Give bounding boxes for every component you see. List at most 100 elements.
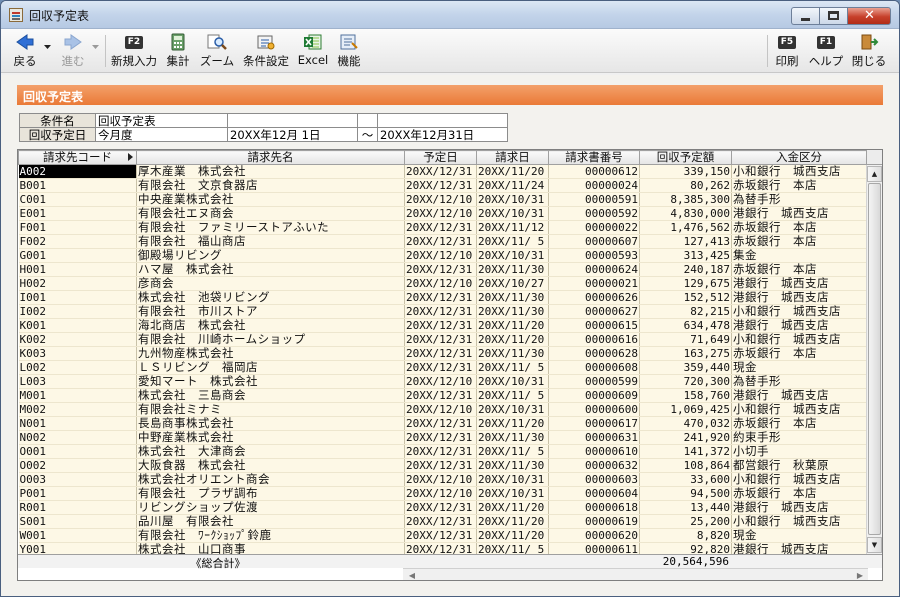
- conditions-button[interactable]: 条件設定: [241, 32, 291, 70]
- table-row[interactable]: N001 長島商事株式会社 20XX/12/31 20XX/11/20 00000617…: [18, 416, 867, 431]
- new-entry-button[interactable]: F2 新規入力: [109, 32, 159, 70]
- table-row[interactable]: K001 海北商店 株式会社 20XX/12/31 20XX/11/20 0000061…: [18, 318, 867, 333]
- close-icon: ✕: [864, 8, 875, 23]
- table-row[interactable]: W001 有限会社 ﾜｰｸｼｮｯﾌﾟ鈴鹿 20XX/12/31 20XX/11/20 0…: [18, 528, 867, 543]
- cell-payment-type: 赤坂銀行 本店: [731, 416, 867, 431]
- scroll-down-button[interactable]: ▼: [867, 537, 882, 553]
- col-header-name[interactable]: 請求先名: [136, 150, 405, 165]
- maximize-button[interactable]: [819, 7, 847, 25]
- cell-invoice-date: 20XX/11/20: [476, 416, 549, 431]
- table-row[interactable]: H001 ハマ屋 株式会社 20XX/12/31 20XX/11/30 00000624…: [18, 262, 867, 277]
- cell-name: 中央産業株式会社: [136, 192, 405, 207]
- zoom-button[interactable]: ズーム: [197, 32, 237, 70]
- scroll-right-button[interactable]: ▶: [854, 570, 866, 580]
- table-row[interactable]: E001 有限会社エヌ商会 20XX/12/10 20XX/10/31 00000592…: [18, 206, 867, 221]
- cell-invoice-date: 20XX/11/ 5: [476, 234, 549, 249]
- cell-amount: 339,150: [639, 164, 732, 179]
- table-row[interactable]: S001 品川屋 有限会社 20XX/12/31 20XX/11/20 00000619…: [18, 514, 867, 529]
- table-row[interactable]: P001 有限会社 プラザ調布 20XX/12/10 20XX/10/31 000006…: [18, 486, 867, 501]
- table-row[interactable]: G001 御殿場リビング 20XX/12/10 20XX/10/31 00000593 3…: [18, 248, 867, 263]
- col-header-invoice-date[interactable]: 請求日: [476, 150, 549, 165]
- back-dropdown[interactable]: [41, 32, 53, 70]
- table-row[interactable]: O002 大阪食器 株式会社 20XX/12/31 20XX/11/30 0000063…: [18, 458, 867, 473]
- forward-dropdown[interactable]: [89, 32, 101, 70]
- table-row[interactable]: R001 リビングショップ佐渡 20XX/12/31 20XX/11/20 000006…: [18, 500, 867, 515]
- cell-invoice-number: 00000024: [548, 178, 640, 193]
- cell-scheduled-date: 20XX/12/31: [404, 346, 477, 361]
- print-button[interactable]: F5 印刷: [773, 32, 801, 70]
- scroll-left-button[interactable]: ◀: [406, 570, 418, 580]
- cell-invoice-number: 00000612: [548, 164, 640, 179]
- horizontal-scrollbar[interactable]: ◀ ▶: [403, 568, 868, 580]
- table-row[interactable]: L002 ＬＳリビング 福岡店 20XX/12/31 20XX/11/ 5 000006…: [18, 360, 867, 375]
- table-row[interactable]: K002 有限会社 川崎ホームショップ 20XX/12/31 20XX/11/20 00…: [18, 332, 867, 347]
- excel-button[interactable]: Excel: [295, 32, 331, 70]
- cell-invoice-date: 20XX/11/ 5: [476, 360, 549, 375]
- cell-name: ＬＳリビング 福岡店: [136, 360, 405, 375]
- col-header-amount[interactable]: 回収予定額: [639, 150, 732, 165]
- cell-payment-type: 港銀行 城西支店: [731, 206, 867, 221]
- collection-grid[interactable]: 請求先コード 請求先名 予定日 請求日 請求書番号 回収予定額 入金区分 A00…: [17, 149, 883, 581]
- cell-amount: 720,300: [639, 374, 732, 389]
- scroll-up-button[interactable]: ▲: [867, 166, 882, 182]
- col-header-invoice-number[interactable]: 請求書番号: [548, 150, 640, 165]
- cell-code: K001: [18, 318, 137, 333]
- cell-amount: 129,675: [639, 276, 732, 291]
- table-row[interactable]: A002 厚木産業 株式会社 20XX/12/31 20XX/11/20 0000061…: [18, 164, 867, 179]
- scroll-thumb[interactable]: [868, 183, 881, 535]
- total-row: 《総合計》 20,564,596: [18, 554, 882, 570]
- cell-code: G001: [18, 248, 137, 263]
- table-row[interactable]: L003 愛知マート 株式会社 20XX/12/10 20XX/10/31 000005…: [18, 374, 867, 389]
- window-title: 回収予定表: [29, 9, 90, 23]
- cell-name: 九州物産株式会社: [136, 346, 405, 361]
- cell-invoice-date: 20XX/10/31: [476, 206, 549, 221]
- table-row[interactable]: I002 有限会社 市川ストア 20XX/12/31 20XX/11/30 000006…: [18, 304, 867, 319]
- cell-payment-type: 赤坂銀行 本店: [731, 178, 867, 193]
- table-row[interactable]: I001 株式会社 池袋リビング 20XX/12/31 20XX/11/30 00000…: [18, 290, 867, 305]
- cell-payment-type: 小和銀行 城西支店: [731, 514, 867, 529]
- close-window-button[interactable]: ✕: [847, 7, 891, 25]
- col-header-code[interactable]: 請求先コード: [18, 150, 137, 165]
- date-to: 20XX年12月31日: [377, 127, 508, 142]
- table-row[interactable]: N002 中野産業株式会社 20XX/12/31 20XX/11/30 00000631…: [18, 430, 867, 445]
- table-row[interactable]: H002 彦商会 20XX/12/10 20XX/10/27 00000021 129,6…: [18, 276, 867, 291]
- f2-key-icon: F2: [124, 35, 144, 49]
- functions-button[interactable]: 機能: [333, 32, 365, 70]
- cell-invoice-number: 00000626: [548, 290, 640, 305]
- cell-scheduled-date: 20XX/12/31: [404, 304, 477, 319]
- table-row[interactable]: B001 有限会社 文京食器店 20XX/12/31 20XX/11/24 000000…: [18, 178, 867, 193]
- table-row[interactable]: C001 中央産業株式会社 20XX/12/10 20XX/10/31 00000591…: [18, 192, 867, 207]
- cell-invoice-number: 00000608: [548, 360, 640, 375]
- table-row[interactable]: F002 有限会社 福山商店 20XX/12/31 20XX/11/ 5 0000060…: [18, 234, 867, 249]
- cell-code: L003: [18, 374, 137, 389]
- back-arrow-icon: [16, 34, 34, 50]
- cell-payment-type: 小和銀行 城西支店: [731, 164, 867, 179]
- cell-invoice-date: 20XX/11/30: [476, 430, 549, 445]
- table-row[interactable]: M001 株式会社 三島商会 20XX/12/31 20XX/11/ 5 0000060…: [18, 388, 867, 403]
- table-row[interactable]: O001 株式会社 大津商会 20XX/12/31 20XX/11/ 5 0000061…: [18, 444, 867, 459]
- conditions-table: 条件名 回収予定表 回収予定日 今月度 20XX年12月 1日 〜 20XX年1…: [19, 113, 508, 142]
- table-row[interactable]: F001 有限会社 ファミリーストアふいた 20XX/12/31 20XX/11/12…: [18, 220, 867, 235]
- cell-code: A002: [18, 164, 137, 179]
- table-row[interactable]: O003 株式会社オリエント商会 20XX/12/10 20XX/10/31 00000…: [18, 472, 867, 487]
- vertical-scrollbar[interactable]: ▲ ▼: [866, 165, 882, 554]
- table-row[interactable]: M002 有限会社ミナミ 20XX/12/10 20XX/10/31 00000600 1…: [18, 402, 867, 417]
- col-header-payment-type[interactable]: 入金区分: [731, 150, 867, 165]
- cell-scheduled-date: 20XX/12/10: [404, 486, 477, 501]
- table-row[interactable]: K003 九州物産株式会社 20XX/12/31 20XX/11/30 00000628…: [18, 346, 867, 361]
- cell-amount: 152,512: [639, 290, 732, 305]
- forward-button[interactable]: 進む: [57, 32, 89, 70]
- close-button[interactable]: 閉じる: [849, 32, 889, 70]
- cell-invoice-date: 20XX/10/31: [476, 248, 549, 263]
- title-bar[interactable]: 回収予定表 ✕: [1, 1, 899, 29]
- sort-arrow-icon: [128, 153, 133, 161]
- cell-code: N001: [18, 416, 137, 431]
- minimize-button[interactable]: [791, 7, 819, 25]
- cell-invoice-date: 20XX/10/27: [476, 276, 549, 291]
- col-header-scheduled-date[interactable]: 予定日: [404, 150, 477, 165]
- date-from: 20XX年12月 1日: [227, 127, 358, 142]
- back-button[interactable]: 戻る: [9, 32, 41, 70]
- cell-amount: 313,425: [639, 248, 732, 263]
- aggregate-button[interactable]: 集計: [161, 32, 195, 70]
- help-button[interactable]: F1 ヘルプ: [807, 32, 845, 70]
